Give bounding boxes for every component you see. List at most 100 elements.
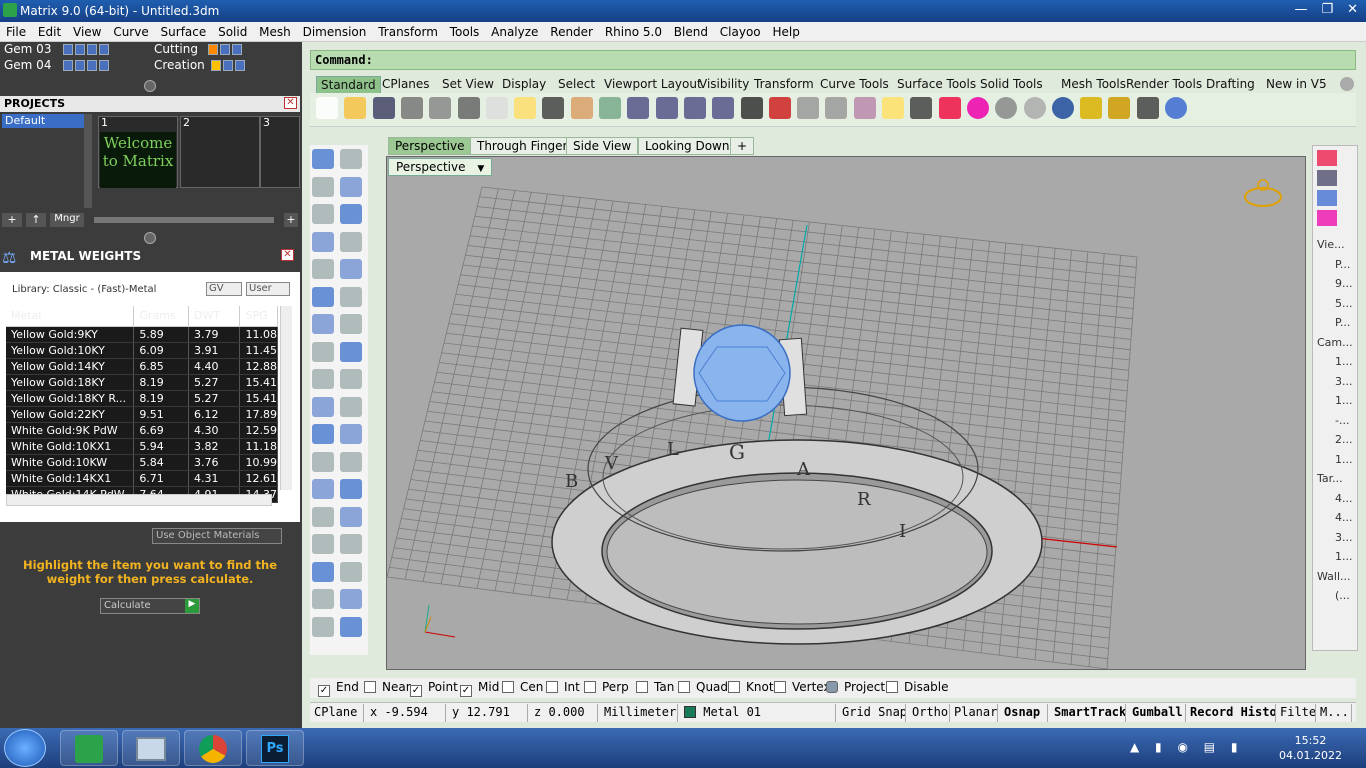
solid-box-icon[interactable]	[312, 534, 334, 554]
render-icon[interactable]	[1051, 97, 1074, 119]
osnap-int[interactable]: Int	[546, 680, 580, 694]
column-header[interactable]: Grams	[133, 306, 189, 327]
menu-solid[interactable]: Solid	[218, 22, 247, 39]
circle-tool-icon[interactable]	[312, 204, 334, 224]
osnap-quad[interactable]: Quad	[678, 680, 728, 694]
layer-row[interactable]: Cutting	[154, 42, 242, 58]
menu-clayoo[interactable]: Clayoo	[720, 22, 761, 39]
layer-arrow-icon[interactable]	[63, 60, 74, 71]
viewport-tab-looking-down[interactable]: Looking Down	[638, 137, 737, 155]
filter-toggle[interactable]: Filter	[1276, 704, 1316, 722]
chrome-taskbar-icon[interactable]	[184, 730, 242, 766]
close-icon[interactable]: ✕	[284, 97, 297, 109]
property-field[interactable]: (...	[1335, 589, 1350, 602]
checkbox-icon[interactable]	[826, 681, 838, 693]
pointer-icon[interactable]	[1080, 97, 1103, 119]
table-row[interactable]: White Gold:14KX1 6.71 4.31 12.61	[6, 470, 278, 487]
property-field[interactable]: Tar...	[1317, 472, 1343, 485]
dimension-icon[interactable]	[1136, 97, 1159, 119]
layer-visible-icon[interactable]	[75, 44, 86, 55]
menu-curve[interactable]: Curve	[113, 22, 148, 39]
car-icon[interactable]	[768, 97, 791, 119]
project-list-item[interactable]: Default	[2, 114, 90, 128]
text-icon[interactable]	[312, 479, 334, 499]
osnap-disable[interactable]: Disable	[886, 680, 949, 694]
grid-array-icon[interactable]	[312, 561, 334, 582]
menu-render[interactable]: Render	[550, 22, 593, 39]
osnap-mid[interactable]: ✓ Mid	[460, 680, 499, 697]
tab-surface-tools[interactable]: Surface Tools	[893, 76, 980, 94]
menu-dimension[interactable]: Dimension	[303, 22, 367, 39]
tray-icons[interactable]: ▲ ▮ ◉ ▤ ▮	[1130, 740, 1244, 754]
box-icon[interactable]	[312, 314, 334, 334]
print-icon[interactable]	[400, 97, 423, 119]
menu-rhino[interactable]: Rhino 5.0	[605, 22, 662, 39]
sweep-icon[interactable]	[340, 286, 362, 307]
menu-view[interactable]: View	[73, 22, 101, 39]
property-field[interactable]: -...	[1335, 414, 1349, 427]
paste-icon[interactable]	[514, 97, 537, 119]
property-field[interactable]: 1...	[1335, 394, 1353, 407]
tab-viewport-layout[interactable]: Viewport Layout	[600, 76, 706, 94]
layer-visible-icon[interactable]	[75, 60, 86, 71]
property-field[interactable]: 9...	[1335, 277, 1353, 290]
layer-color-icon[interactable]	[207, 44, 218, 55]
ortho-toggle[interactable]: Ortho	[908, 704, 950, 722]
property-field[interactable]: 3...	[1335, 375, 1353, 388]
gear-icon[interactable]	[1108, 97, 1131, 119]
viewport-tab-perspective[interactable]: Perspective	[388, 137, 472, 155]
select-arrow-icon[interactable]	[312, 149, 334, 169]
property-field[interactable]: 2...	[1335, 433, 1353, 446]
mesh-icon[interactable]	[340, 341, 362, 362]
layer-row[interactable]: Creation	[154, 58, 245, 74]
lock-icon[interactable]	[910, 97, 933, 119]
cut-icon[interactable]	[457, 97, 480, 119]
object-snap-icon[interactable]	[853, 97, 876, 119]
menu-help[interactable]: Help	[772, 22, 799, 39]
table-row[interactable]: White Gold:10KX1 5.94 3.82 11.18	[6, 438, 278, 455]
trim-icon[interactable]	[340, 396, 362, 417]
close-button[interactable]: ✕	[1347, 2, 1358, 17]
command-bar[interactable]: Command:	[310, 50, 1356, 70]
property-field[interactable]: 1...	[1335, 453, 1353, 466]
column-header[interactable]: Metal	[6, 306, 135, 327]
user-toggle[interactable]: User	[246, 282, 290, 296]
minimize-button[interactable]: —	[1294, 2, 1307, 17]
menu-analyze[interactable]: Analyze	[491, 22, 538, 39]
table-row[interactable]: White Gold:9K PdW 6.69 4.30 12.59	[6, 422, 278, 439]
lock-icon[interactable]	[219, 44, 230, 55]
copy-icon[interactable]	[485, 97, 508, 119]
menu-mesh[interactable]: Mesh	[259, 22, 291, 39]
table-row[interactable]: Yellow Gold:14KY 6.85 4.40 12.88	[6, 358, 278, 375]
table-hscrollbar[interactable]	[6, 494, 272, 506]
rotate-view-icon[interactable]	[712, 97, 735, 119]
cylinder-icon[interactable]	[312, 341, 334, 362]
checkbox-icon[interactable]: ✓	[318, 685, 330, 697]
checkbox-icon[interactable]	[728, 681, 740, 693]
tab-visibility[interactable]: Visibility	[695, 76, 753, 94]
perspective-viewport[interactable]: B V L G A R I Perspective ▼	[386, 156, 1306, 670]
record-history-toggle[interactable]: Record History	[1186, 704, 1276, 722]
undo-icon[interactable]	[542, 97, 565, 119]
color-wheel-icon[interactable]	[966, 97, 989, 119]
osnap-project[interactable]: Project	[826, 680, 885, 694]
check-icon[interactable]	[340, 589, 362, 609]
hatch-icon[interactable]	[340, 534, 362, 554]
offset-icon[interactable]	[340, 451, 362, 472]
matrix-taskbar-icon[interactable]	[60, 730, 118, 766]
collapse-handle-icon[interactable]	[144, 80, 156, 92]
tab-render-tools[interactable]: Render Tools	[1122, 76, 1206, 94]
checkbox-icon[interactable]	[678, 681, 690, 693]
osnap-tan[interactable]: Tan	[636, 680, 674, 694]
layers-panel-icon[interactable]	[1317, 150, 1337, 166]
tab-new-in-v5[interactable]: New in V5	[1262, 76, 1331, 94]
table-row[interactable]: Yellow Gold:18KY 8.19 5.27 15.41	[6, 374, 278, 391]
layer-row[interactable]: Gem 04	[4, 58, 110, 74]
point-icon[interactable]	[340, 149, 362, 169]
zoom-window-icon[interactable]	[655, 97, 678, 119]
project-thumbnail[interactable]: 3	[260, 116, 300, 188]
sphere-icon[interactable]	[1023, 97, 1046, 119]
property-field[interactable]: 4...	[1335, 511, 1353, 524]
menu-edit[interactable]: Edit	[38, 22, 61, 39]
column-header[interactable]: SPG	[239, 306, 278, 327]
